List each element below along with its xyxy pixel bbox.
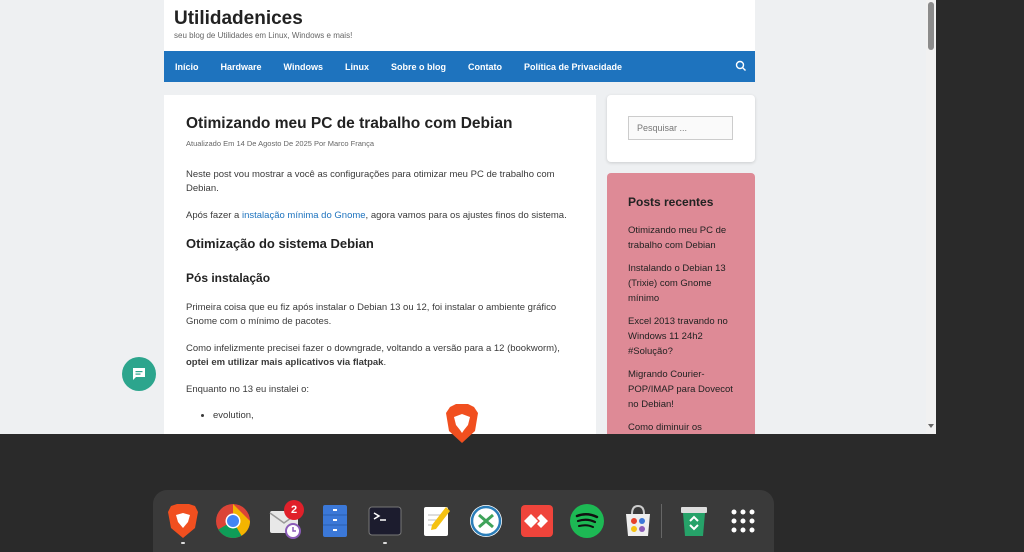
nav-item-windows[interactable]: Windows — [273, 62, 334, 72]
software-store-icon[interactable] — [620, 503, 656, 539]
main-nav: Início Hardware Windows Linux Sobre o bl… — [164, 51, 755, 82]
scrollbar[interactable] — [926, 0, 936, 434]
post-meta: Atualizado Em 14 De Agosto De 2025 Por M… — [186, 139, 375, 148]
scroll-down-arrow-icon[interactable] — [928, 424, 934, 428]
site-title[interactable]: Utilidadenices — [174, 8, 303, 30]
nav-item-linux[interactable]: Linux — [334, 62, 380, 72]
text-segment: Como infelizmente precisei fazer o downg… — [186, 343, 560, 354]
brave-browser-icon[interactable] — [165, 503, 201, 539]
running-indicator — [181, 542, 185, 544]
nav-item-privacidade[interactable]: Política de Privacidade — [513, 62, 633, 72]
post-paragraph-4: Como infelizmente precisei fazer o downg… — [186, 342, 574, 370]
dock — [153, 490, 774, 552]
site-tagline: seu blog de Utilidades em Linux, Windows… — [174, 31, 353, 40]
gnome-install-link[interactable]: instalação mínima do Gnome — [242, 210, 366, 221]
chat-button[interactable] — [122, 357, 156, 391]
terminal-icon[interactable] — [367, 503, 403, 539]
brave-lion-icon — [446, 404, 478, 443]
search-widget: Pesquisar ... — [607, 95, 755, 162]
article: Otimizando meu PC de trabalho com Debian… — [164, 95, 596, 434]
nav-item-inicio[interactable]: Início — [164, 62, 210, 72]
recent-post-link[interactable]: Otimizando meu PC de trabalho com Debian — [628, 223, 734, 253]
chat-icon — [133, 368, 145, 380]
nav-item-sobre[interactable]: Sobre o blog — [380, 62, 457, 72]
post-paragraph-5: Enquanto no 13 eu instalei o: — [186, 384, 310, 395]
recent-post-link[interactable]: Instalando o Debian 13 (Trixie) com Gnom… — [628, 261, 734, 306]
recent-post-link[interactable]: Como diminuir os — [628, 420, 734, 434]
bold-text: optei em utilizar mais aplicativos via f… — [186, 357, 384, 368]
recent-post-link[interactable]: Excel 2013 travando no Windows 11 24h2 #… — [628, 314, 734, 359]
browser-viewport: Utilidadenices seu blog de Utilidades em… — [0, 0, 936, 434]
recent-posts-title: Posts recentes — [628, 195, 714, 209]
file-manager-icon[interactable] — [317, 503, 353, 539]
chrome-icon[interactable] — [215, 503, 251, 539]
recent-posts-widget: Posts recentes Otimizando meu PC de trab… — [607, 173, 755, 434]
section-heading: Otimização do sistema Debian — [186, 236, 374, 251]
app-list: evolution, — [186, 410, 574, 421]
running-indicator — [383, 542, 387, 544]
text-editor-icon[interactable] — [418, 503, 454, 539]
text-segment: , agora vamos para os ajustes finos do s… — [365, 210, 567, 221]
nav-item-contato[interactable]: Contato — [457, 62, 513, 72]
post-paragraph-2: Após fazer a instalação mínima do Gnome,… — [186, 209, 574, 223]
post-intro: Neste post vou mostrar a você as configu… — [186, 169, 555, 194]
spotify-icon[interactable] — [569, 503, 605, 539]
search-input[interactable]: Pesquisar ... — [628, 116, 733, 140]
remote-desktop-icon[interactable] — [468, 503, 504, 539]
text-segment: Após fazer a — [186, 210, 242, 221]
subsection-heading: Pós instalação — [186, 271, 271, 285]
list-item: evolution, — [213, 410, 574, 421]
recent-post-link[interactable]: Migrando Courier-POP/IMAP para Dovecot n… — [628, 367, 734, 412]
trash-icon[interactable] — [676, 503, 712, 539]
nav-item-hardware[interactable]: Hardware — [210, 62, 273, 72]
anydesk-icon[interactable] — [519, 503, 555, 539]
search-icon[interactable] — [735, 60, 747, 72]
app-grid-icon[interactable] — [725, 503, 761, 539]
site-header: Utilidadenices seu blog de Utilidades em… — [164, 0, 755, 51]
text-segment: . — [383, 357, 387, 368]
post-title: Otimizando meu PC de trabalho com Debian — [186, 115, 513, 132]
mail-unread-badge: 2 — [284, 500, 304, 520]
scrollbar-thumb[interactable] — [928, 2, 934, 50]
post-paragraph-3: Primeira coisa que eu fiz após instalar … — [186, 302, 557, 327]
dock-separator — [661, 504, 662, 538]
